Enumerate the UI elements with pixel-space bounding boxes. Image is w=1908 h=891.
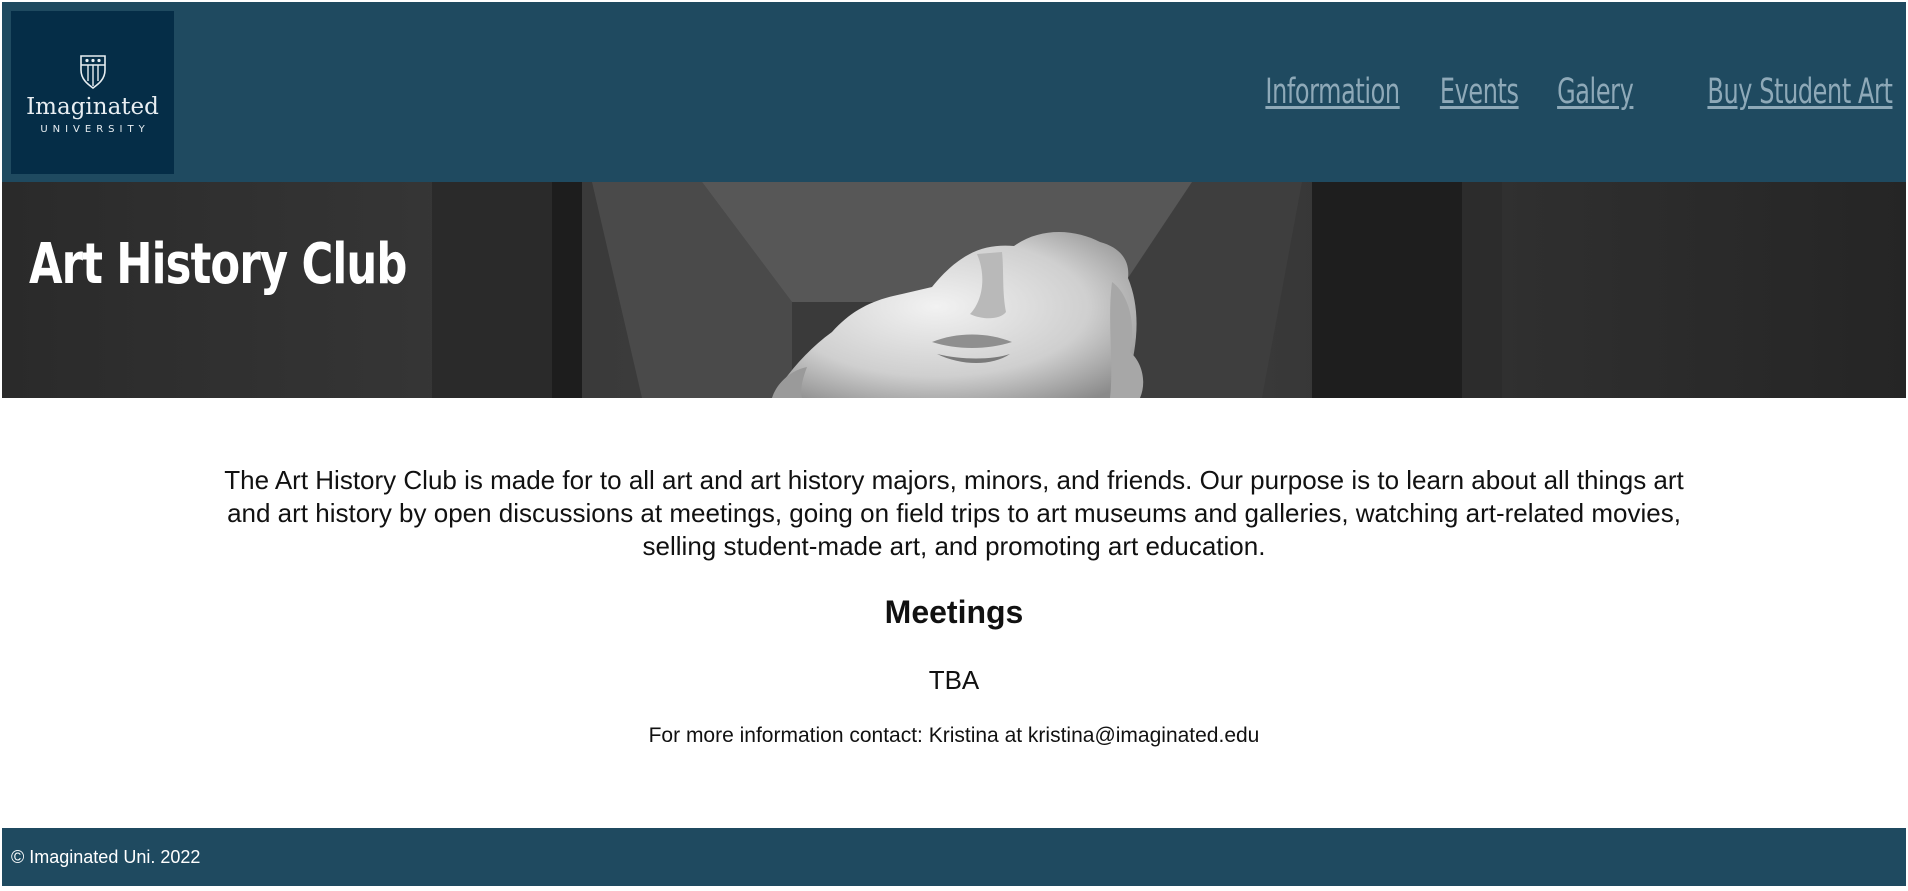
- page-title: Art History Club: [29, 232, 407, 297]
- page: Imaginated UNIVERSITY Information Events…: [0, 0, 1908, 891]
- site-footer: © Imaginated Uni. 2022: [2, 828, 1906, 886]
- main-nav: Information Events Galery Buy Student Ar…: [1223, 70, 1892, 114]
- main-content: The Art History Club is made for to all …: [2, 398, 1906, 828]
- shield-crest-icon: [79, 55, 106, 89]
- club-description: The Art History Club is made for to all …: [224, 465, 1684, 561]
- contact-info: For more information contact: Kristina a…: [648, 724, 1260, 747]
- copyright-text: © Imaginated Uni. 2022: [11, 847, 201, 867]
- site-header: Imaginated UNIVERSITY Information Events…: [2, 2, 1906, 182]
- hero-banner: Art History Club: [2, 182, 1906, 398]
- nav-link-information[interactable]: Information: [1265, 70, 1400, 114]
- logo-name: Imaginated: [26, 94, 159, 120]
- university-logo[interactable]: Imaginated UNIVERSITY: [11, 11, 174, 174]
- logo-subtitle: UNIVERSITY: [40, 124, 150, 135]
- nav-link-events[interactable]: Events: [1439, 70, 1518, 114]
- nav-link-galery[interactable]: Galery: [1557, 70, 1634, 114]
- meetings-heading: Meetings: [884, 594, 1024, 630]
- meetings-schedule: TBA: [928, 665, 980, 695]
- nav-link-buy-student-art[interactable]: Buy Student Art: [1707, 70, 1892, 114]
